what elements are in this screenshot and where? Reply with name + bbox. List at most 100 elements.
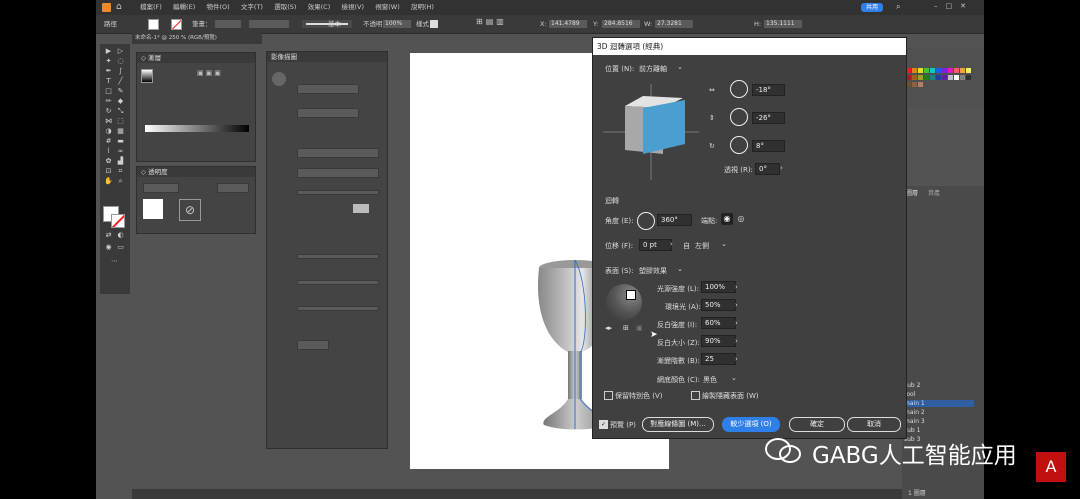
- rotate-y-dial[interactable]: [730, 108, 748, 126]
- from-chevron-icon[interactable]: ⌄: [721, 240, 727, 248]
- pen-tool-icon[interactable]: ✒: [104, 68, 113, 75]
- surface-chevron-icon[interactable]: ⌄: [677, 265, 683, 273]
- layers-tab[interactable]: 圖層: [906, 188, 918, 197]
- shade-color-chevron-icon[interactable]: ⌄: [731, 374, 737, 382]
- x-field[interactable]: 141.4789: [548, 19, 588, 29]
- angle-field[interactable]: 360°: [657, 214, 692, 226]
- layer-row[interactable]: main 3: [904, 418, 974, 425]
- menu-help[interactable]: 說明(H): [411, 0, 434, 15]
- light-sphere-preview[interactable]: [606, 284, 642, 320]
- swatch[interactable]: [918, 82, 923, 87]
- swatch[interactable]: [942, 75, 947, 80]
- stroke-weight-field[interactable]: [214, 19, 242, 29]
- blend-steps-chevron-icon[interactable]: ›: [735, 355, 738, 363]
- menu-window[interactable]: 視窗(W): [375, 0, 400, 15]
- menu-select[interactable]: 選取(S): [274, 0, 296, 15]
- swatch[interactable]: [918, 68, 923, 73]
- gradient-preview-swatch[interactable]: [141, 69, 153, 83]
- symbol-sprayer-icon[interactable]: ✿: [104, 158, 113, 165]
- color-swatch-field[interactable]: [353, 204, 369, 213]
- swatch[interactable]: [912, 68, 917, 73]
- position-select[interactable]: 前方離軸: [639, 64, 667, 74]
- opacity-mask-thumbnail[interactable]: [143, 199, 163, 219]
- variable-width-field[interactable]: [248, 19, 290, 29]
- transparency-opacity-field[interactable]: [217, 183, 249, 193]
- more-tools-icon[interactable]: ⋯: [110, 258, 119, 265]
- noise-slider[interactable]: [297, 306, 379, 311]
- perspective-chevron-icon[interactable]: ›: [780, 164, 783, 172]
- gradient-type-icons[interactable]: ▣▣▣: [197, 69, 223, 77]
- ambient-light-chevron-icon[interactable]: ›: [735, 301, 738, 309]
- ok-button[interactable]: 確定: [789, 417, 845, 432]
- menu-view[interactable]: 檢視(V): [341, 0, 364, 15]
- eyedropper-icon[interactable]: ⌇: [104, 148, 113, 155]
- rotate-x-field[interactable]: -18°: [752, 84, 785, 96]
- draw-mode-icon[interactable]: ◉: [104, 244, 113, 251]
- y-field[interactable]: 284.8516: [601, 19, 641, 29]
- swatch[interactable]: [924, 75, 929, 80]
- rotate-tool-icon[interactable]: ↻: [104, 108, 113, 115]
- document-tab[interactable]: 未命名-1* @ 250 % (RGB/預覽): [132, 33, 262, 44]
- menu-object[interactable]: 物件(O): [206, 0, 229, 15]
- position-chevron-icon[interactable]: ⌄: [677, 63, 683, 71]
- new-light-icon[interactable]: ⊞: [623, 324, 629, 332]
- swatch[interactable]: [912, 82, 917, 87]
- cap-on-button[interactable]: ◉: [721, 213, 733, 225]
- from-select[interactable]: 左側: [695, 241, 709, 251]
- swatch[interactable]: [942, 68, 947, 73]
- opacity-field[interactable]: 100%: [382, 19, 412, 29]
- cancel-button[interactable]: 取消: [847, 417, 901, 432]
- stroke-swatch[interactable]: [171, 19, 182, 30]
- highlight-intensity-chevron-icon[interactable]: ›: [735, 319, 738, 327]
- layer-row[interactable]: tool: [904, 391, 974, 398]
- free-transform-icon[interactable]: ⬚: [116, 118, 125, 125]
- shade-color-select[interactable]: 黑色: [703, 375, 717, 385]
- preset-select[interactable]: [297, 84, 359, 94]
- layer-row[interactable]: sub 1: [904, 427, 974, 434]
- rotation-cube-preview[interactable]: [603, 84, 699, 180]
- direct-selection-tool-icon[interactable]: ▷: [116, 48, 125, 55]
- artboard-tool-icon[interactable]: ⊡: [104, 168, 113, 175]
- fill-swatch[interactable]: [148, 19, 159, 30]
- layer-row[interactable]: main 2: [904, 409, 974, 416]
- scale-tool-icon[interactable]: ⤡: [116, 108, 125, 115]
- swatch[interactable]: [966, 75, 971, 80]
- swatch[interactable]: [954, 68, 959, 73]
- share-button[interactable]: 共用: [861, 3, 883, 12]
- light-intensity-chevron-icon[interactable]: ›: [735, 283, 738, 291]
- rotate-z-field[interactable]: 8°: [752, 140, 785, 152]
- offset-chevron-icon[interactable]: ›: [670, 240, 673, 248]
- gradient-ramp[interactable]: [145, 125, 249, 132]
- perspective-grid-icon[interactable]: ▦: [116, 128, 125, 135]
- mode-select[interactable]: [297, 148, 379, 158]
- selection-tool-icon[interactable]: ▶: [104, 48, 113, 55]
- assets-tab[interactable]: 資產: [928, 188, 940, 197]
- menu-edit[interactable]: 編輯(E): [173, 0, 195, 15]
- width-tool-icon[interactable]: ⋈: [104, 118, 113, 125]
- blend-mode-select[interactable]: [143, 183, 179, 193]
- slice-tool-icon[interactable]: ⌗: [116, 168, 125, 175]
- swatch[interactable]: [954, 75, 959, 80]
- swatch[interactable]: [936, 68, 941, 73]
- graph-tool-icon[interactable]: ▟: [116, 158, 125, 165]
- swatch[interactable]: [912, 75, 917, 80]
- swatch[interactable]: [924, 68, 929, 73]
- paths-slider[interactable]: [297, 254, 379, 259]
- method-select[interactable]: [297, 340, 329, 350]
- make-mask-button[interactable]: ⊘: [179, 199, 201, 221]
- rotate-x-dial[interactable]: [730, 80, 748, 98]
- type-tool-icon[interactable]: T: [104, 78, 113, 85]
- layer-row-selected[interactable]: main 1: [904, 400, 974, 407]
- lasso-icon[interactable]: ◌: [116, 58, 125, 65]
- angle-dial[interactable]: [637, 212, 655, 230]
- window-controls[interactable]: –□✕: [934, 2, 974, 10]
- mesh-tool-icon[interactable]: #: [104, 138, 113, 145]
- color-mode-icon[interactable]: ◐: [116, 232, 125, 239]
- surface-select[interactable]: 塑膠效果: [639, 266, 667, 276]
- preset-icon[interactable]: [272, 72, 286, 86]
- highlight-size-chevron-icon[interactable]: ›: [735, 337, 738, 345]
- w-field[interactable]: 27.3281: [654, 19, 694, 29]
- magic-wand-icon[interactable]: ✦: [104, 58, 113, 65]
- menu-type[interactable]: 文字(T): [241, 0, 263, 15]
- offset-field[interactable]: 0 pt: [639, 239, 672, 251]
